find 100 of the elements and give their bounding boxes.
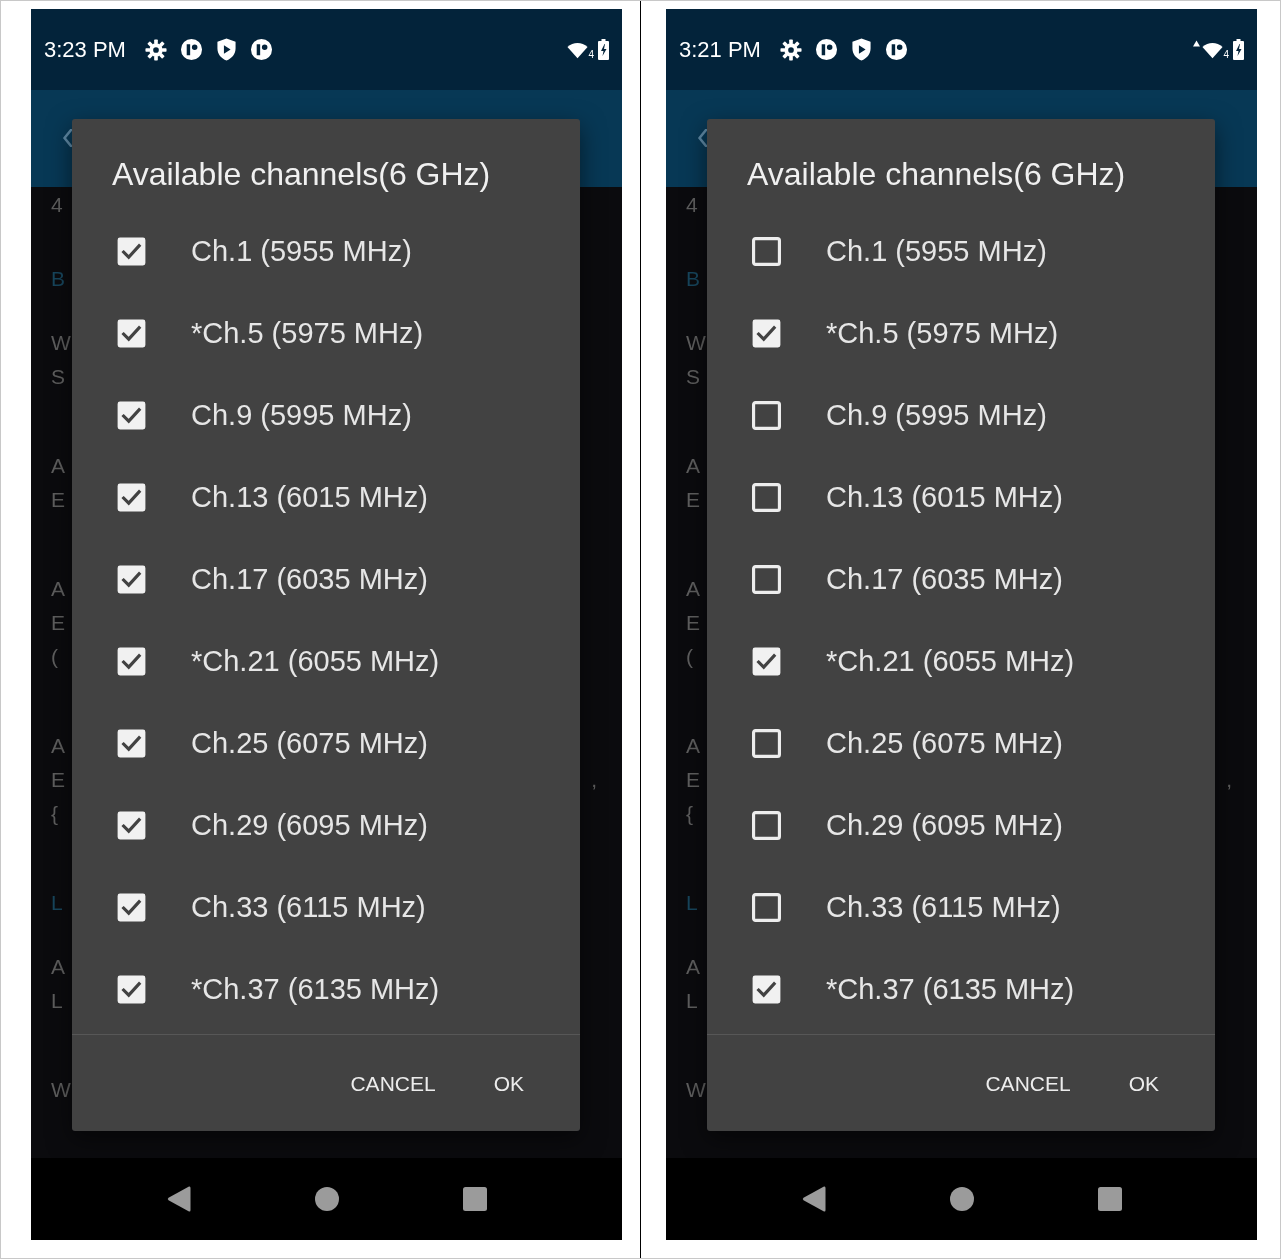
channel-label[interactable]: Ch.33 (6115 MHz): [826, 892, 1061, 922]
back-icon[interactable]: [166, 1185, 191, 1213]
setting-text: E: [51, 488, 65, 510]
back-chevron-icon[interactable]: [63, 129, 72, 147]
checkbox[interactable]: [752, 318, 781, 348]
checkbox[interactable]: [752, 646, 781, 676]
channel-label[interactable]: Ch.13 (6015 MHz): [191, 482, 428, 512]
dialog-title: Available channels(6 GHz): [746, 155, 1127, 194]
recents-icon[interactable]: [1097, 1187, 1122, 1211]
section-header-text: L: [51, 891, 63, 913]
recents-icon[interactable]: [462, 1187, 487, 1211]
checkbox[interactable]: [752, 482, 781, 512]
setting-text: E: [51, 768, 65, 790]
channel-label[interactable]: *Ch.5 (5975 MHz): [826, 318, 1059, 348]
checkbox[interactable]: [117, 482, 146, 512]
setting-value-text: 4: [51, 193, 63, 215]
checkbox[interactable]: [752, 400, 781, 430]
checkbox[interactable]: [752, 892, 781, 922]
back-icon[interactable]: [801, 1185, 826, 1213]
setting-text: W: [51, 1078, 71, 1100]
settings-icon: [144, 38, 167, 61]
ok-button[interactable]: OK: [1120, 1065, 1167, 1101]
channel-label[interactable]: Ch.1 (5955 MHz): [191, 236, 412, 266]
round-glyph-icon: [814, 38, 838, 61]
cancel-button[interactable]: CANCEL: [342, 1065, 444, 1101]
round-glyph-icon: [249, 38, 273, 61]
setting-text: W: [686, 1078, 706, 1100]
channel-label[interactable]: *Ch.37 (6135 MHz): [191, 974, 440, 1004]
checkbox[interactable]: [117, 646, 146, 676]
home-icon[interactable]: [949, 1187, 974, 1211]
checkbox[interactable]: [752, 236, 781, 266]
setting-text: S: [51, 365, 65, 387]
ok-button[interactable]: OK: [485, 1065, 532, 1101]
channel-label[interactable]: Ch.13 (6015 MHz): [826, 482, 1063, 512]
wifi-icon: [1202, 40, 1224, 59]
text-fragment: ,: [591, 768, 597, 790]
setting-text: A: [686, 734, 700, 756]
setting-text: E: [686, 488, 700, 510]
channel-label[interactable]: *Ch.21 (6055 MHz): [191, 646, 440, 676]
checkbox[interactable]: [752, 728, 781, 758]
wifi-label: 4: [1223, 50, 1229, 60]
setting-text: A: [51, 577, 65, 599]
battery-charging-icon: [598, 39, 609, 60]
checkbox[interactable]: [752, 810, 781, 840]
shield-play-icon: [850, 38, 872, 61]
checkbox[interactable]: [117, 974, 146, 1004]
channel-label[interactable]: Ch.9 (5995 MHz): [826, 400, 1047, 430]
checkbox[interactable]: [117, 400, 146, 430]
setting-value-text: 4: [686, 193, 698, 215]
back-chevron-icon[interactable]: [698, 129, 707, 147]
channel-label[interactable]: Ch.29 (6095 MHz): [826, 810, 1063, 840]
wifi-icon: [567, 40, 589, 59]
checkbox[interactable]: [117, 236, 146, 266]
settings-icon: [779, 38, 802, 61]
setting-text: A: [686, 577, 700, 599]
setting-text: A: [51, 955, 65, 977]
shield-play-icon: [215, 38, 237, 61]
setting-text: A: [686, 955, 700, 977]
checkbox[interactable]: [117, 728, 146, 758]
setting-text: (: [686, 645, 693, 667]
home-icon[interactable]: [314, 1187, 339, 1211]
setting-text: {: [686, 802, 693, 824]
checkbox[interactable]: [117, 564, 146, 594]
channel-label[interactable]: Ch.17 (6035 MHz): [826, 564, 1063, 594]
channel-label[interactable]: Ch.29 (6095 MHz): [191, 810, 428, 840]
checkbox[interactable]: [117, 318, 146, 348]
section-header-text: L: [686, 891, 698, 913]
status-time: 3:23 PM: [44, 38, 126, 61]
setting-text: E: [686, 768, 700, 790]
channel-label[interactable]: Ch.17 (6035 MHz): [191, 564, 428, 594]
channel-label[interactable]: Ch.25 (6075 MHz): [826, 728, 1063, 758]
checkbox[interactable]: [117, 892, 146, 922]
setting-text: E: [51, 611, 65, 633]
setting-text: E: [686, 611, 700, 633]
setting-text: W: [51, 331, 71, 353]
cancel-button[interactable]: CANCEL: [977, 1065, 1079, 1101]
setting-text: L: [686, 989, 698, 1011]
channel-label[interactable]: Ch.1 (5955 MHz): [826, 236, 1047, 266]
setting-text: W: [686, 331, 706, 353]
setting-text: (: [51, 645, 58, 667]
dialog-title: Available channels(6 GHz): [111, 155, 492, 194]
channel-label[interactable]: *Ch.5 (5975 MHz): [191, 318, 424, 348]
channel-label[interactable]: Ch.9 (5995 MHz): [191, 400, 412, 430]
round-glyph-icon: [179, 38, 203, 61]
round-glyph-icon: [884, 38, 908, 61]
channel-label[interactable]: Ch.33 (6115 MHz): [191, 892, 426, 922]
battery-charging-icon: [1233, 39, 1244, 60]
checkbox[interactable]: [117, 810, 146, 840]
checkbox[interactable]: [752, 564, 781, 594]
setting-text: {: [51, 802, 58, 824]
wifi-label: 4: [588, 50, 594, 60]
channel-label[interactable]: *Ch.21 (6055 MHz): [826, 646, 1075, 676]
section-header-text: B: [51, 267, 65, 289]
channel-label[interactable]: Ch.25 (6075 MHz): [191, 728, 428, 758]
setting-text: A: [51, 734, 65, 756]
checkbox[interactable]: [752, 974, 781, 1004]
section-header-text: B: [686, 267, 700, 289]
channel-label[interactable]: *Ch.37 (6135 MHz): [826, 974, 1075, 1004]
setting-text: S: [686, 365, 700, 387]
setting-text: A: [51, 454, 65, 476]
